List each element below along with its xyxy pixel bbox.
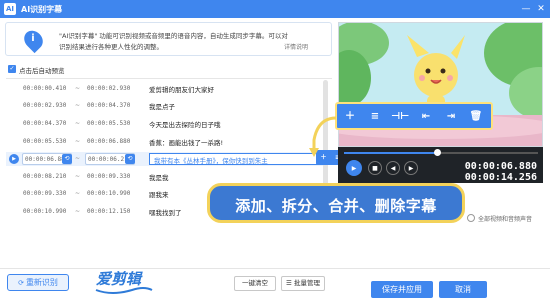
play-row-icon[interactable]: ▶: [9, 154, 19, 164]
progress-bar[interactable]: [344, 149, 538, 156]
end-time: 00:00:04.370: [87, 102, 131, 109]
add-subtitle-icon[interactable]: ＋: [341, 108, 359, 126]
insert-before-icon[interactable]: ⇤: [417, 108, 435, 126]
time-separator: ~: [75, 208, 81, 215]
progress-handle[interactable]: [434, 149, 442, 156]
delete-icon[interactable]: 🗑: [467, 108, 485, 126]
subtitle-edit-toolbar: ＋ ≡ ⊣⊢ ⇤ ⇥ 🗑: [335, 102, 493, 130]
audio-radio[interactable]: [467, 214, 475, 222]
autoplay-label: 点击后自动预览: [19, 67, 65, 75]
end-time: 00:00:02.930: [87, 85, 131, 92]
re-recognize-label: 重新识别: [25, 278, 58, 287]
list-icon: ☰: [286, 279, 292, 287]
subtitle-text: 今天是出去探险的日子哦: [149, 121, 221, 129]
sync-end-icon[interactable]: ⟲: [125, 154, 135, 164]
close-icon[interactable]: ✕: [535, 3, 547, 15]
time-separator: ~: [75, 120, 81, 127]
time-separator: ~: [75, 173, 81, 180]
window-title: AI识别字幕: [21, 5, 63, 14]
info-icon: i: [20, 26, 47, 54]
insert-after-icon[interactable]: ⇥: [442, 108, 460, 126]
current-time: 00:00:06.880: [464, 161, 537, 172]
subtitle-row[interactable]: 00:00:02.930 ~ 00:00:04.370 我是点子: [6, 99, 324, 113]
prev-frame-icon[interactable]: ◀: [386, 161, 400, 175]
subtitle-text: 嘿我找到了: [149, 209, 182, 217]
end-time: 00:00:06.880: [87, 138, 131, 145]
batch-manage-button[interactable]: ☰ 批量管理: [281, 276, 325, 291]
subtitle-row-active[interactable]: ▶ 00:00:06.880 ⟲ ~ 00:00:06.210 ⟲ 我带有本《丛…: [6, 152, 324, 166]
re-recognize-button[interactable]: ⟳ 重新识别: [7, 274, 69, 291]
refresh-icon: ⟳: [18, 279, 24, 287]
progress-fill: [344, 152, 438, 154]
subtitle-row[interactable]: 00:00:04.370 ~ 00:00:05.530 今天是出去探险的日子哦: [6, 117, 324, 131]
subtitle-text-input[interactable]: 我带有本《丛林手册》，保你快到到朱主: [149, 153, 318, 165]
end-time: 00:00:10.990: [87, 190, 131, 197]
app-logo-icon: AI: [4, 3, 16, 15]
end-time: 00:00:12.150: [87, 208, 131, 215]
audio-label: 全部视频和音频声音: [478, 216, 533, 223]
banner-text: 添加、拆分、合并、删除字幕: [235, 197, 437, 215]
stop-icon[interactable]: ■: [368, 161, 382, 175]
subtitle-row[interactable]: 00:00:00.410 ~ 00:00:02.930 爱剪辑的朋友们大家好: [6, 82, 324, 96]
aijianji-logo: 爱剪辑: [95, 270, 153, 294]
minimize-icon[interactable]: —: [520, 3, 532, 15]
split-subtitle-icon[interactable]: ≡: [366, 108, 384, 126]
start-time: 00:00:05.530: [23, 138, 67, 145]
feature-banner: 添加、拆分、合并、删除字幕: [207, 183, 465, 223]
footer-divider: [0, 268, 550, 269]
start-time: 00:00:10.990: [23, 208, 67, 215]
start-time: 00:00:02.930: [23, 102, 67, 109]
subtitle-text: 跟我来: [149, 191, 169, 199]
merge-subtitle-icon[interactable]: ⊣⊢: [391, 108, 409, 126]
clear-all-button[interactable]: 一键清空: [234, 276, 276, 291]
time-separator: ~: [75, 155, 81, 162]
player-controls: ▶ ■ ◀ ▶ 00:00:06.880 00:00:14.256: [338, 147, 543, 183]
subtitle-row[interactable]: 00:00:08.210 ~ 00:00:09.330 我是我: [6, 170, 324, 184]
notice-panel: i "AI识别字幕" 功能可识别视频或音频里的语音内容，自动生成同步字幕。可以对…: [5, 22, 332, 56]
svg-text:爱剪辑: 爱剪辑: [96, 270, 143, 288]
time-separator: ~: [75, 190, 81, 197]
batch-manage-label: 批量管理: [293, 279, 320, 287]
sync-start-icon[interactable]: ⟲: [62, 154, 72, 164]
start-time: 00:00:00.410: [23, 85, 67, 92]
notice-text: "AI识别字幕" 功能可识别视频或音频里的语音内容，自动生成同步字幕。可以对识别…: [59, 32, 288, 51]
play-icon[interactable]: ▶: [346, 160, 362, 176]
subtitle-text: 我带有本《丛林手册》，保你快到到朱主: [154, 157, 268, 165]
callout-arrow: [309, 116, 337, 157]
start-time: 00:00:08.210: [23, 173, 67, 180]
subtitle-text: 我是点子: [149, 103, 175, 111]
total-time: 00:00:14.256: [464, 172, 537, 183]
end-time: 00:00:09.330: [87, 173, 131, 180]
save-apply-button[interactable]: 保存并应用: [371, 281, 433, 298]
subtitle-text: 爱剪辑的朋友们大家好: [149, 86, 214, 94]
time-separator: ~: [75, 138, 81, 145]
start-time: 00:00:04.370: [23, 120, 67, 127]
time-separator: ~: [75, 85, 81, 92]
subtitle-text: 香蕉：画能出钱了一杀路!: [149, 139, 224, 147]
time-separator: ~: [75, 102, 81, 109]
details-link[interactable]: 详情说明: [284, 42, 308, 51]
subtitle-row[interactable]: 00:00:05.530 ~ 00:00:06.880 香蕉：画能出钱了一杀路!: [6, 135, 324, 149]
subtitle-text: 我是我: [149, 174, 169, 182]
start-time: 00:00:09.330: [23, 190, 67, 197]
subtitle-list: 00:00:00.410 ~ 00:00:02.930 爱剪辑的朋友们大家好 0…: [6, 78, 332, 264]
cancel-button[interactable]: 取消: [439, 281, 487, 298]
end-time: 00:00:05.530: [87, 120, 131, 127]
autoplay-checkbox[interactable]: ✓: [8, 65, 16, 73]
next-frame-icon[interactable]: ▶: [404, 161, 418, 175]
title-bar: AI AI识别字幕 — ✕: [0, 0, 550, 18]
